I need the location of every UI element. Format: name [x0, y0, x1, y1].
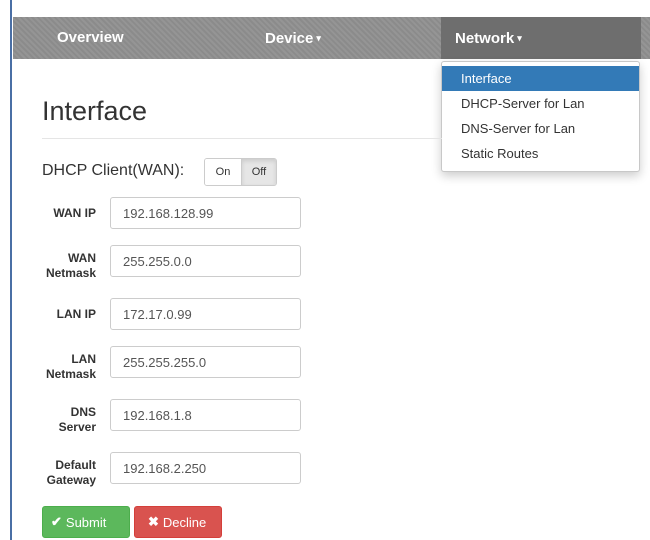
label-line: Netmask — [45, 266, 96, 280]
wan-netmask-input[interactable] — [110, 245, 301, 277]
decline-button[interactable]: ✖ Decline — [134, 506, 222, 538]
title-divider — [42, 138, 442, 139]
page-title: Interface — [42, 96, 148, 126]
label-line: Server — [58, 420, 96, 434]
nav-network[interactable]: Network ▾ — [441, 17, 641, 59]
label-line: WAN — [68, 251, 96, 265]
caret-down-icon: ▾ — [316, 33, 321, 43]
nav-overview-label: Overview — [57, 29, 124, 46]
wan-netmask-label: WAN Netmask — [40, 251, 96, 281]
menu-item-interface[interactable]: Interface — [442, 66, 639, 91]
submit-button[interactable]: ✔ Submit — [42, 506, 130, 538]
label-line: WAN IP — [53, 206, 96, 220]
lan-netmask-input[interactable] — [110, 346, 301, 378]
label-line: LAN IP — [56, 307, 96, 321]
dhcp-off-button[interactable]: Off — [242, 159, 276, 185]
dhcp-client-label: DHCP Client(WAN): — [42, 162, 185, 179]
nav-network-label: Network — [455, 30, 515, 47]
nav-device-label: Device — [265, 30, 314, 47]
label-line: Netmask — [45, 367, 96, 381]
lan-ip-label: LAN IP — [40, 307, 96, 322]
decline-button-label: Decline — [162, 514, 207, 530]
label-line: Default — [55, 458, 96, 472]
caret-down-icon: ▾ — [517, 33, 522, 43]
menu-item-static-routes[interactable]: Static Routes — [442, 141, 639, 166]
label-line: DNS — [70, 405, 96, 419]
x-icon: ✖ — [148, 514, 159, 529]
nav-device[interactable]: Device ▾ — [265, 17, 321, 59]
wan-ip-label: WAN IP — [40, 206, 96, 221]
check-icon: ✔ — [51, 514, 62, 529]
label-line: Gateway — [46, 473, 96, 487]
dns-server-input[interactable] — [110, 399, 301, 431]
dhcp-on-button[interactable]: On — [205, 159, 242, 185]
network-dropdown-menu: Interface DHCP-Server for Lan DNS-Server… — [441, 61, 640, 172]
label-line: LAN — [71, 352, 96, 366]
top-navbar: Overview Device ▾ Network ▾ — [13, 17, 650, 59]
left-border — [10, 0, 12, 540]
default-gateway-label: Default Gateway — [40, 458, 96, 488]
default-gateway-input[interactable] — [110, 452, 301, 484]
dhcp-client-toggle: On Off — [204, 158, 277, 186]
wan-ip-input[interactable] — [110, 197, 301, 229]
submit-button-label: Submit — [65, 514, 107, 530]
lan-ip-input[interactable] — [110, 298, 301, 330]
dns-server-label: DNS Server — [40, 405, 96, 435]
lan-netmask-label: LAN Netmask — [40, 352, 96, 382]
menu-item-dns-server[interactable]: DNS-Server for Lan — [442, 116, 639, 141]
menu-item-dhcp-server[interactable]: DHCP-Server for Lan — [442, 91, 639, 116]
nav-overview[interactable]: Overview — [57, 17, 124, 59]
